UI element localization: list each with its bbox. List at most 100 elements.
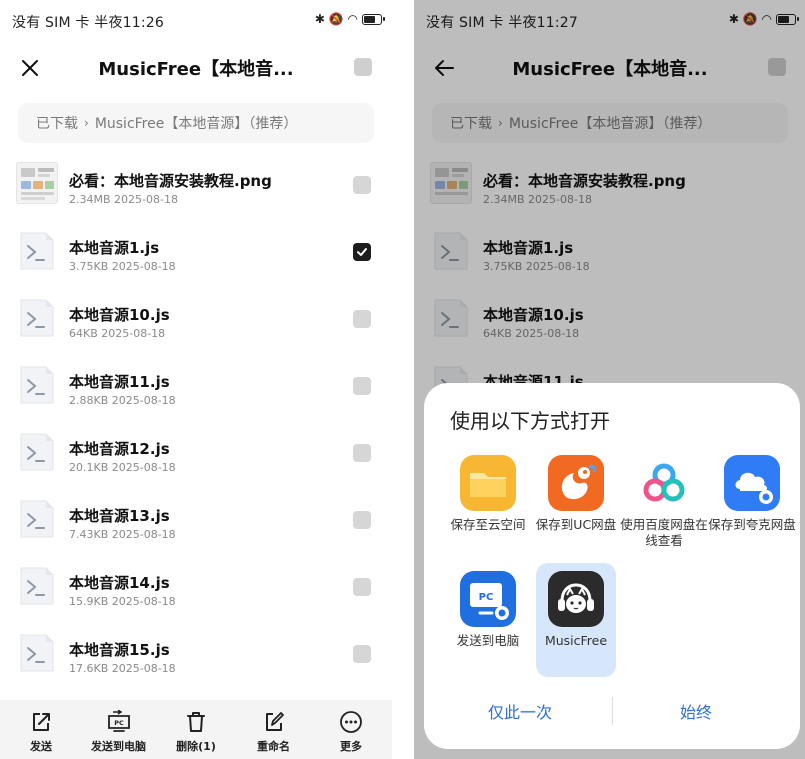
app-option-musicfree[interactable]: MusicFree: [536, 563, 616, 677]
file-row[interactable]: 本地音源15.js 17.6KB 2025-08-18: [0, 619, 392, 686]
baidu-netdisk-icon: [636, 455, 692, 511]
open-with-sheet: 使用以下方式打开 保存至云空间 保存到UC网盘 使用百度网盘在线查看 保存到夸克…: [424, 383, 800, 749]
status-bar: 没有 SIM 卡 半夜11:26 ✱ 🔕 ◠: [0, 0, 392, 40]
file-row[interactable]: 必看：本地音源安装教程.png 2.34MB 2025-08-18: [0, 150, 392, 217]
script-file-icon: [20, 366, 54, 404]
script-file-icon: [20, 299, 54, 337]
delete-button[interactable]: 删除(1): [161, 700, 231, 759]
file-row[interactable]: 本地音源12.js 20.1KB 2025-08-18: [0, 418, 392, 485]
file-checkbox[interactable]: [353, 310, 371, 328]
app-label: 保存至云空间: [450, 517, 526, 532]
file-meta: 20.1KB 2025-08-18: [69, 461, 176, 474]
script-file-icon: [20, 232, 54, 270]
file-checkbox[interactable]: [353, 444, 371, 462]
file-name: 本地音源11.js: [69, 373, 170, 391]
bottom-toolbar: 发送 PC 发送到电脑 删除(1) 重命名 更多: [0, 700, 392, 759]
file-list: 必看：本地音源安装教程.png 2.34MB 2025-08-18 本地音源1.…: [0, 150, 392, 686]
app-option-baidu-netdisk[interactable]: 使用百度网盘在线查看: [620, 447, 708, 561]
select-all-checkbox[interactable]: [354, 58, 372, 76]
trash-icon: [187, 712, 205, 732]
script-file-icon: [20, 433, 54, 471]
app-label: 使用百度网盘在线查看: [620, 517, 708, 548]
file-meta: 7.43KB 2025-08-18: [69, 528, 176, 541]
image-thumbnail-icon: [16, 162, 58, 204]
always-button[interactable]: 始终: [680, 699, 712, 723]
file-row[interactable]: 本地音源13.js 7.43KB 2025-08-18: [0, 485, 392, 552]
status-carrier-time: 没有 SIM 卡 半夜11:26: [12, 15, 164, 31]
file-name: 本地音源14.js: [69, 574, 170, 592]
file-checkbox[interactable]: [353, 377, 371, 395]
sheet-actions: 仅此一次 始终: [424, 689, 800, 735]
app-label: 保存到夸克网盘: [708, 517, 796, 532]
file-row[interactable]: 本地音源10.js 64KB 2025-08-18: [0, 284, 392, 351]
page-title: MusicFree【本地音...: [98, 59, 294, 80]
just-once-button[interactable]: 仅此一次: [488, 699, 552, 723]
send-to-pc-button[interactable]: PC 发送到电脑: [84, 700, 154, 759]
cloud-folder-icon: [460, 455, 516, 511]
file-checkbox-checked[interactable]: [353, 243, 371, 261]
status-icons: ✱ 🔕 ◠: [314, 12, 385, 26]
file-meta: 2.34MB 2025-08-18: [69, 193, 178, 206]
checkmark-icon: [357, 248, 367, 256]
file-name: 本地音源13.js: [69, 507, 170, 525]
more-button[interactable]: 更多: [316, 700, 386, 759]
send-to-pc-icon: PC: [460, 571, 516, 627]
breadcrumb: 已下载 › MusicFree【本地音源】（推荐）: [18, 103, 374, 143]
breadcrumb-current: MusicFree【本地音源】（推荐）: [94, 116, 298, 132]
more-icon: [340, 711, 362, 733]
send-label: 发送: [30, 740, 52, 753]
send-to-pc-label: 发送到电脑: [91, 740, 146, 753]
send-button[interactable]: 发送: [6, 700, 76, 759]
file-name: 本地音源12.js: [69, 440, 170, 458]
file-row[interactable]: 本地音源11.js 2.88KB 2025-08-18: [0, 351, 392, 418]
svg-text:PC: PC: [479, 592, 494, 603]
sheet-title: 使用以下方式打开: [450, 409, 610, 433]
svg-text:PC: PC: [114, 719, 124, 727]
file-meta: 64KB 2025-08-18: [69, 327, 166, 340]
file-name: 本地音源1.js: [69, 239, 160, 257]
app-option-cloud-space[interactable]: 保存至云空间: [448, 447, 528, 561]
script-file-icon: [20, 567, 54, 605]
file-row[interactable]: 本地音源1.js 3.75KB 2025-08-18: [0, 217, 392, 284]
send-to-pc-icon: PC: [107, 710, 130, 732]
delete-label: 删除(1): [176, 740, 216, 753]
file-row[interactable]: 本地音源14.js 15.9KB 2025-08-18: [0, 552, 392, 619]
file-meta: 17.6KB 2025-08-18: [69, 662, 176, 675]
file-manager-screen-open-with: 没有 SIM 卡 半夜11:27 ✱ 🔕 ◠ MusicFree【本地音... …: [414, 0, 805, 759]
musicfree-cat-icon: [548, 571, 604, 627]
share-icon: [33, 713, 50, 731]
status-icon-group: ✱ 🔕 ◠: [314, 12, 358, 26]
file-checkbox[interactable]: [353, 645, 371, 663]
file-meta: 15.9KB 2025-08-18: [69, 595, 176, 608]
file-meta: 2.88KB 2025-08-18: [69, 394, 176, 407]
app-option-uc-netdisk[interactable]: 保存到UC网盘: [536, 447, 616, 561]
file-manager-screen-selection: 没有 SIM 卡 半夜11:26 ✱ 🔕 ◠ MusicFree【本地音... …: [0, 0, 392, 759]
app-label: MusicFree: [544, 633, 608, 648]
file-meta: 3.75KB 2025-08-18: [69, 260, 176, 273]
app-option-send-to-pc[interactable]: PC 发送到电脑: [448, 563, 528, 677]
breadcrumb-root[interactable]: 已下载: [36, 113, 78, 133]
close-icon: [22, 60, 38, 76]
file-checkbox[interactable]: [353, 176, 371, 194]
more-label: 更多: [340, 740, 362, 753]
rename-button[interactable]: 重命名: [239, 700, 309, 759]
file-name: 必看：本地音源安装教程.png: [69, 172, 272, 190]
breadcrumb-separator: ›: [84, 116, 89, 130]
file-checkbox[interactable]: [353, 511, 371, 529]
file-checkbox[interactable]: [353, 578, 371, 596]
app-option-quark-netdisk[interactable]: 保存到夸克网盘: [708, 447, 796, 561]
app-label: 发送到电脑: [456, 633, 520, 648]
file-name: 本地音源10.js: [69, 306, 170, 324]
battery-icon: [362, 13, 385, 25]
script-file-icon: [20, 634, 54, 672]
script-file-icon: [20, 500, 54, 538]
title-bar: MusicFree【本地音...: [0, 42, 392, 94]
quark-cloud-icon: [724, 455, 780, 511]
close-button[interactable]: [14, 52, 46, 84]
file-name: 本地音源15.js: [69, 641, 170, 659]
action-divider: [612, 697, 613, 725]
rename-edit-icon: [265, 712, 284, 731]
uc-squirrel-icon: [548, 455, 604, 511]
app-label: 保存到UC网盘: [535, 517, 617, 532]
rename-label: 重命名: [257, 740, 290, 753]
